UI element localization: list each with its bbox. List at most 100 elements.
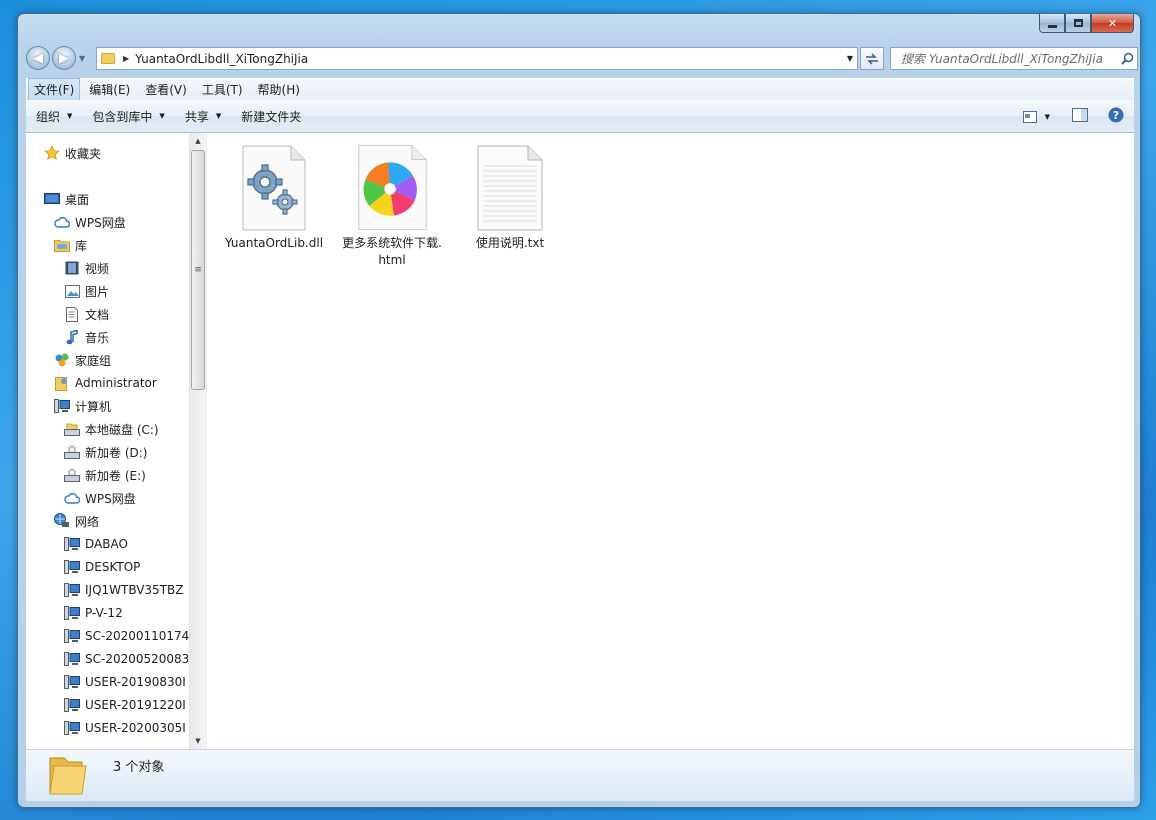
nav-wps-drive-label: WPS网盘	[75, 215, 126, 230]
help-button[interactable]: ?	[1108, 107, 1124, 126]
nav-host[interactable]: DABAO	[64, 534, 128, 554]
menu-edit[interactable]: 编辑(E)	[83, 78, 136, 101]
nav-drive-c-label: 本地磁盘 (C:)	[85, 422, 159, 437]
close-button[interactable]: ✕	[1091, 14, 1134, 33]
navpane-scrollbar[interactable]: ▲ ≡ ▼	[189, 133, 206, 749]
item-count: 3 个对象	[113, 760, 165, 775]
nav-videos[interactable]: 视频	[64, 258, 109, 278]
nav-libraries-label: 库	[75, 238, 88, 253]
picture-icon	[64, 283, 80, 299]
nav-host[interactable]: USER-20190830I	[64, 672, 186, 692]
scroll-thumb[interactable]: ≡	[191, 150, 205, 390]
nav-pictures[interactable]: 图片	[64, 281, 109, 301]
nav-documents[interactable]: 文档	[64, 304, 109, 324]
nav-wps-drive[interactable]: WPS网盘	[54, 212, 126, 232]
nav-drive-c[interactable]: 本地磁盘 (C:)	[64, 419, 159, 439]
file-item[interactable]: YuantaOrdLib.dll	[224, 143, 324, 252]
cloud-icon	[54, 214, 70, 230]
menu-bar: 文件(F) 编辑(E) 查看(V) 工具(T) 帮助(H)	[26, 78, 1134, 101]
nav-host[interactable]: SC-20200110174	[64, 626, 189, 646]
network-computer-icon	[64, 628, 80, 644]
nav-host[interactable]: IJQ1WTBV35TBZ	[64, 580, 183, 600]
nav-drive-d-label: 新加卷 (D:)	[85, 445, 148, 460]
explorer-window: ✕ ◀ ▶ ▼ ▶ YuantaOrdLibdll_XiTongZhiJia ▼…	[17, 13, 1141, 808]
refresh-icon	[866, 52, 878, 65]
nav-host-label: USER-20200305I	[85, 721, 186, 735]
star-icon	[44, 145, 60, 161]
nav-music[interactable]: 音乐	[64, 327, 109, 347]
search-box[interactable]: 搜索 YuantaOrdLibdll_XiTongZhiJia	[890, 47, 1138, 70]
include-in-library-button[interactable]: 包含到库中 ▼	[82, 108, 174, 125]
nav-host-label: USER-20191220I	[85, 698, 186, 712]
menu-view[interactable]: 查看(V)	[139, 78, 193, 101]
close-icon: ✕	[1107, 16, 1118, 30]
address-path[interactable]: YuantaOrdLibdll_XiTongZhiJia	[135, 52, 843, 66]
minimize-button[interactable]	[1039, 14, 1065, 33]
nav-favorites[interactable]: 收藏夹	[44, 143, 101, 163]
view-options-button[interactable]: ▼	[1022, 110, 1050, 123]
nav-host-label: DABAO	[85, 537, 128, 551]
file-list: YuantaOrdLib.dll 更多系统软件下载.html 使用说明.txt	[207, 133, 1134, 749]
address-dropdown-icon[interactable]: ▼	[843, 54, 857, 63]
nav-documents-label: 文档	[85, 307, 110, 322]
preview-pane-icon	[1072, 108, 1088, 122]
nav-drive-d[interactable]: 新加卷 (D:)	[64, 442, 147, 462]
nav-computer[interactable]: 计算机	[54, 396, 111, 416]
file-item[interactable]: 使用说明.txt	[460, 143, 560, 252]
recent-pages-dropdown-icon[interactable]: ▼	[79, 54, 85, 63]
back-button[interactable]: ◀	[26, 46, 50, 70]
nav-drive-e[interactable]: 新加卷 (E:)	[64, 465, 146, 485]
nav-homegroup-label: 家庭组	[75, 353, 112, 368]
folder-icon	[101, 53, 115, 64]
nav-homegroup[interactable]: 家庭组	[54, 350, 111, 370]
nav-host[interactable]: USER-20200305I	[64, 718, 186, 738]
nav-host[interactable]: USER-20191220I	[64, 695, 186, 715]
menu-help[interactable]: 帮助(H)	[252, 78, 306, 101]
folder-icon	[49, 757, 87, 795]
nav-favorites-label: 收藏夹	[65, 146, 102, 161]
file-name[interactable]: YuantaOrdLib.dll	[224, 235, 324, 252]
share-button[interactable]: 共享 ▼	[175, 108, 231, 125]
preview-pane-button[interactable]	[1072, 108, 1088, 125]
scroll-up-icon[interactable]: ▲	[190, 133, 206, 149]
network-computer-icon	[64, 559, 80, 575]
nav-administrator[interactable]: Administrator	[54, 373, 157, 393]
menu-tools[interactable]: 工具(T)	[196, 78, 249, 101]
forward-button[interactable]: ▶	[52, 46, 76, 70]
details-pane: 3 个对象	[26, 749, 1134, 801]
desktop-icon	[44, 191, 60, 207]
forward-arrow-icon: ▶	[59, 50, 69, 66]
file-name[interactable]: 使用说明.txt	[460, 235, 560, 252]
file-name[interactable]: 更多系统软件下载.html	[342, 235, 442, 269]
nav-videos-label: 视频	[85, 261, 110, 276]
dll-gear-icon	[238, 143, 310, 233]
svg-text:?: ?	[1113, 109, 1119, 122]
nav-host[interactable]: P-V-12	[64, 603, 123, 623]
search-icon[interactable]	[1117, 52, 1137, 65]
maximize-button[interactable]	[1065, 14, 1091, 33]
scroll-down-icon[interactable]: ▼	[190, 733, 206, 749]
file-item[interactable]: 更多系统软件下载.html	[342, 143, 442, 269]
nav-host[interactable]: DESKTOP	[64, 557, 140, 577]
nav-libraries[interactable]: 库	[54, 235, 87, 255]
navigation-pane: 收藏夹 桌面 WPS网盘 库 视频 图片 文档 音乐 家庭组 Administr…	[26, 133, 189, 749]
nav-wps-drive-2[interactable]: WPS网盘	[64, 488, 136, 508]
nav-network[interactable]: 网络	[54, 511, 99, 531]
search-input[interactable]: 搜索 YuantaOrdLibdll_XiTongZhiJia	[891, 50, 1117, 67]
organize-label: 组织	[36, 109, 61, 124]
breadcrumb-chevron-icon[interactable]: ▶	[123, 54, 129, 63]
network-computer-icon	[64, 582, 80, 598]
menu-file[interactable]: 文件(F)	[28, 78, 81, 101]
toolbar-right: ▼ ?	[1011, 100, 1124, 133]
refresh-button[interactable]	[860, 47, 884, 70]
new-folder-button[interactable]: 新建文件夹	[231, 108, 311, 125]
nav-desktop[interactable]: 桌面	[44, 189, 89, 209]
address-bar[interactable]: ▶ YuantaOrdLibdll_XiTongZhiJia ▼	[96, 47, 858, 70]
chevron-down-icon: ▼	[159, 112, 165, 120]
library-folder-icon	[54, 237, 70, 253]
new-folder-label: 新建文件夹	[241, 109, 302, 124]
caption-buttons: ✕	[1039, 14, 1134, 33]
organize-button[interactable]: 组织 ▼	[26, 108, 82, 125]
nav-host[interactable]: SC-20200520083	[64, 649, 189, 669]
drive-icon	[64, 444, 80, 460]
